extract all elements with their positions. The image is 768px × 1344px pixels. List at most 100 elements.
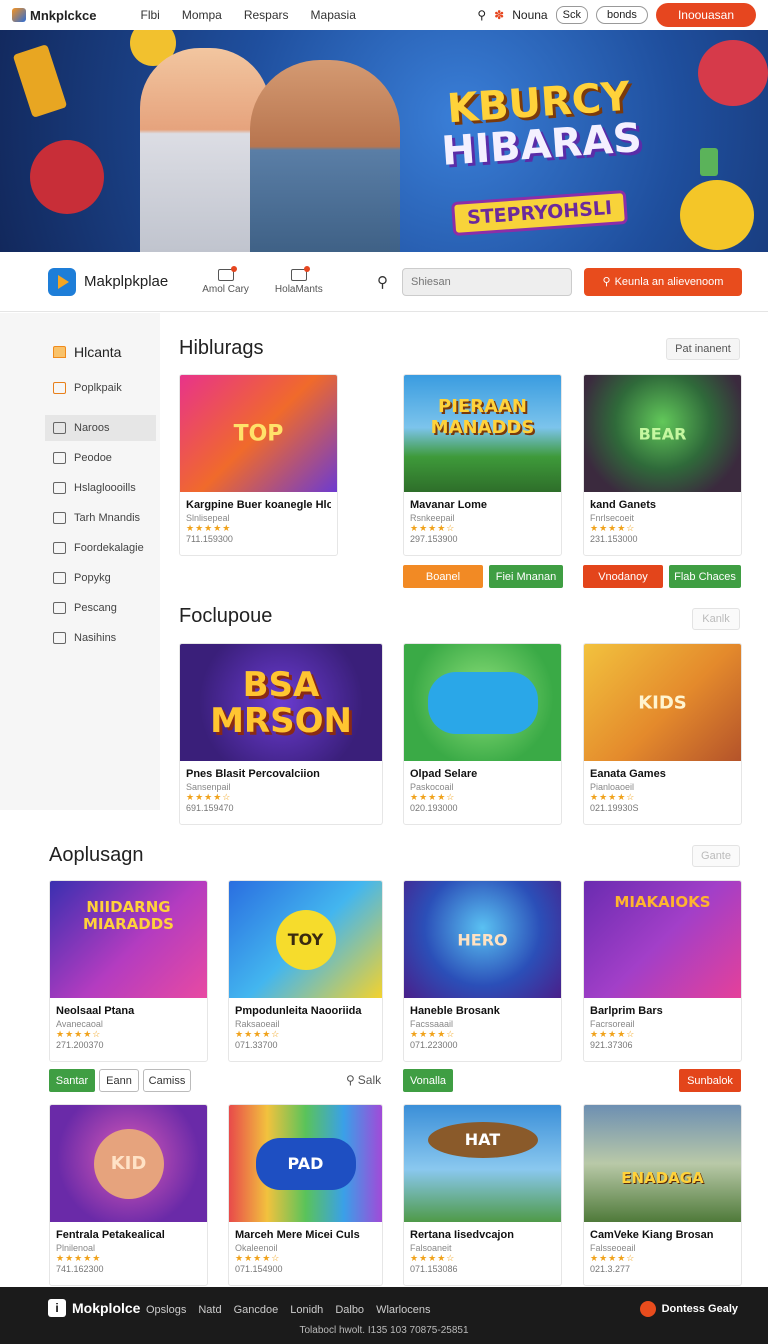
filter-chip[interactable]: Camiss: [143, 1069, 191, 1092]
product-card[interactable]: Olpad Selare Paskocoail ★★★★☆ 020.193000: [403, 643, 562, 825]
filter-button[interactable]: Flab Chaces: [669, 565, 741, 588]
product-art-text: HAT: [427, 1122, 538, 1159]
message-icon: [290, 265, 310, 281]
product-card[interactable]: PAD Marceh Mere Micei Culs Okaleenoil ★★…: [228, 1104, 383, 1286]
rating-stars: ★★★★☆: [590, 523, 636, 533]
product-art-text: MIAKAIOKS: [614, 893, 711, 912]
footer-logo[interactable]: i Mokplolce: [48, 1299, 140, 1317]
hero-banner[interactable]: KBURCY HIBARAS STEPRYOHSLI: [0, 30, 768, 252]
inline-search[interactable]: ⚲ Salk: [346, 1073, 381, 1087]
product-image: PIERAAN MANADDS: [404, 375, 561, 492]
sidebar-item-home[interactable]: Hlcanta: [45, 339, 156, 365]
filter-chip[interactable]: Eann: [99, 1069, 139, 1092]
sidebar-item-naroos[interactable]: Naroos: [45, 415, 156, 441]
product-info: CamVeke Kiang Brosan Falsseoeail ★★★★☆ 0…: [584, 1222, 741, 1285]
play-icon: [639, 1301, 656, 1317]
nav-link[interactable]: Respars: [244, 8, 289, 22]
footer-right-link[interactable]: Dontess Gealy: [639, 1301, 738, 1317]
sidebar-item-hslagloooills[interactable]: Hslagloooills: [45, 475, 156, 501]
product-card[interactable]: KID Fentrala Petakealical Plnilenoal ★★★…: [49, 1104, 208, 1286]
header-item-label: HolaMants: [274, 283, 323, 295]
product-name: Olpad Selare: [410, 768, 478, 780]
footer: i Mokplolce Opslogs Natd Gancdoe Lonidh …: [0, 1287, 768, 1344]
footer-link[interactable]: Natd: [198, 1304, 221, 1316]
app-logo-icon[interactable]: [48, 267, 76, 296]
product-card[interactable]: HAT Rertana Iisedvcajon Falsoaneit ★★★★☆…: [403, 1104, 562, 1286]
section-action-button[interactable]: Pat inanent: [666, 338, 740, 360]
bonus-badge[interactable]: bonds: [595, 6, 648, 24]
product-publisher: Rsnkeepail: [410, 513, 455, 523]
product-info: Fentrala Petakealical Plnilenoal ★★★★★ 7…: [50, 1222, 207, 1285]
footer-link[interactable]: Gancdoe: [234, 1304, 279, 1316]
product-publisher: Fnrlsecoeit: [590, 513, 635, 523]
sidebar-item-tarh-mnandis[interactable]: Tarh Mnandis: [45, 505, 156, 531]
header-item-cart[interactable]: Amol Cary: [202, 265, 249, 295]
product-art-text: KID: [93, 1128, 164, 1199]
product-price: 741.162300: [56, 1264, 104, 1274]
product-publisher: Facssaaail: [410, 1019, 454, 1029]
product-publisher: Falsseoeail: [590, 1243, 636, 1253]
product-image: HAT: [404, 1105, 561, 1222]
product-card[interactable]: ENADAGA CamVeke Kiang Brosan Falsseoeail…: [583, 1104, 742, 1286]
filter-button[interactable]: Boanel: [403, 565, 483, 588]
header-cta-button[interactable]: ⚲ Keunla an alievenoom: [584, 267, 742, 296]
user-icon[interactable]: ✽: [494, 8, 504, 22]
product-art-text: HERO: [457, 930, 508, 949]
product-image: BSA MRSON: [180, 644, 382, 761]
user-label[interactable]: Nouna: [512, 8, 547, 22]
filter-button[interactable]: Fiei Mnanan: [489, 565, 563, 588]
product-image: BEAR: [584, 375, 741, 492]
search-icon[interactable]: ⚲: [477, 8, 486, 22]
brand-logo[interactable]: Mnkplckce: [12, 8, 96, 23]
section-action-button[interactable]: Gante: [692, 845, 740, 867]
brand-name: Mnkplckce: [30, 7, 97, 23]
product-card[interactable]: BSA MRSON Pnes Blasit Percovalciion Sans…: [179, 643, 383, 825]
footer-link[interactable]: Opslogs: [146, 1304, 186, 1316]
sidebar-item-peodoe[interactable]: Peodoe: [45, 445, 156, 471]
sidebar-item-popykg[interactable]: Popykg: [45, 565, 156, 591]
header-item-messages[interactable]: HolaMants: [274, 265, 323, 295]
green-action-button[interactable]: Vonalla: [403, 1069, 453, 1092]
sck-button[interactable]: Sck: [555, 6, 588, 24]
music-note-icon: [12, 44, 68, 118]
product-card[interactable]: KIDS Eanata Games Pianloaoeil ★★★★☆ 021.…: [583, 643, 742, 825]
orange-action-button[interactable]: Sunbalok: [679, 1069, 741, 1092]
search-input[interactable]: [402, 267, 572, 296]
footer-link[interactable]: Dalbo: [335, 1304, 364, 1316]
footer-link[interactable]: Wlarlocens: [376, 1304, 430, 1316]
product-image: TOY: [229, 881, 382, 998]
footer-link[interactable]: Lonidh: [290, 1304, 323, 1316]
product-card[interactable]: TOY Pmpodunleita Naooriida Raksaoeail ★★…: [228, 880, 383, 1062]
product-name: Pnes Blasit Percovalciion: [186, 768, 320, 780]
product-image: KIDS: [584, 644, 741, 761]
product-card[interactable]: BEAR kand Ganets Fnrlsecoeit ★★★★☆ 231.1…: [583, 374, 742, 556]
product-image: PAD: [229, 1105, 382, 1222]
product-art-text: BEAR: [638, 424, 687, 443]
sidebar-item-pescang[interactable]: Pescang: [45, 595, 156, 621]
notification-dot: [230, 265, 237, 272]
sidebar-item-nasihins[interactable]: Nasihins: [45, 625, 156, 651]
product-card[interactable]: PIERAAN MANADDS Mavanar Lome Rsnkeepail …: [403, 374, 562, 556]
gift-icon: [53, 542, 66, 554]
nav-link[interactable]: Mapasia: [311, 8, 356, 22]
product-name: Rertana Iisedvcajon: [410, 1229, 514, 1241]
sidebar-item-foordekalagie[interactable]: Foordekalagie: [45, 535, 156, 561]
product-publisher: Plnilenoal: [56, 1243, 96, 1253]
filter-chip-active[interactable]: Santar: [49, 1069, 95, 1092]
section-action-button[interactable]: Kanlk: [692, 608, 740, 630]
product-card[interactable]: TOP Kargpine Buer koanegle Hlondeda Slnl…: [179, 374, 338, 556]
nav-link[interactable]: Mompa: [182, 8, 222, 22]
footer-right-label: Dontess Gealy: [661, 1303, 738, 1315]
signin-button[interactable]: Inoouasan: [655, 3, 756, 27]
sidebar-item-popular[interactable]: Poplkpaik: [45, 375, 156, 401]
product-card[interactable]: MIAKAIOKS Barlprim Bars Facrsoreail ★★★★…: [583, 880, 742, 1062]
product-art-text: PAD: [255, 1137, 356, 1190]
nav-link[interactable]: Flbi: [140, 8, 159, 22]
product-card[interactable]: HERO Haneble Brosank Facssaaail ★★★★☆ 07…: [403, 880, 562, 1062]
filter-button[interactable]: Vnodanoy: [583, 565, 663, 588]
product-info: Mavanar Lome Rsnkeepail ★★★★☆ 297.153900: [404, 492, 561, 555]
product-info: Pmpodunleita Naooriida Raksaoeail ★★★★☆ …: [229, 998, 382, 1061]
product-info: Haneble Brosank Facssaaail ★★★★☆ 071.223…: [404, 998, 561, 1061]
product-card[interactable]: NIIDARNG MIARADDS Neolsaal Ptana Avaneca…: [49, 880, 208, 1062]
search-icon[interactable]: ⚲: [377, 273, 388, 291]
